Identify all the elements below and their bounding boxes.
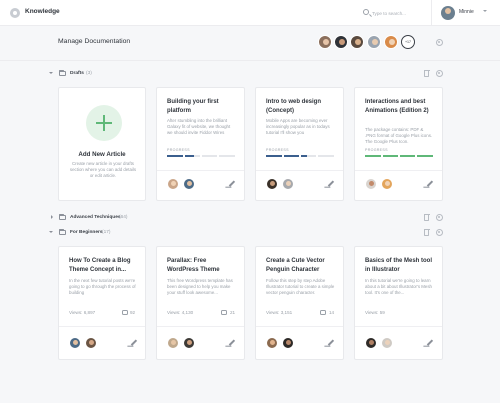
trash-icon[interactable] xyxy=(423,69,430,77)
avatar[interactable] xyxy=(266,337,278,349)
comment-count: 14 xyxy=(329,310,335,315)
avatar[interactable] xyxy=(167,178,179,190)
gear-icon[interactable] xyxy=(436,229,443,236)
views-count: Views: 59 xyxy=(365,310,385,315)
article-card[interactable]: Parallax: Free WordPress Theme This free… xyxy=(156,246,245,360)
search-input[interactable] xyxy=(372,7,432,19)
article-card[interactable]: Create a Cute Vector Penguin Character F… xyxy=(255,246,344,360)
team-avatar[interactable] xyxy=(318,35,332,49)
edit-icon[interactable] xyxy=(228,180,235,187)
comment-icon[interactable] xyxy=(320,310,326,315)
folder-icon xyxy=(59,213,66,220)
article-card[interactable]: How To Create a Blog Theme Concept in...… xyxy=(58,246,146,360)
comment-count: 21 xyxy=(230,310,236,315)
card-title[interactable]: Create a Cute Vector Penguin Character xyxy=(266,257,338,274)
article-card[interactable]: Building your first platform After stumb… xyxy=(156,87,245,201)
avatar[interactable] xyxy=(365,337,377,349)
progress-label: PROGRESS xyxy=(365,148,388,152)
avatar[interactable] xyxy=(381,337,393,349)
avatar[interactable] xyxy=(282,337,294,349)
app-title: Knowledge xyxy=(25,8,60,15)
section-name[interactable]: For Beginners xyxy=(70,230,103,235)
avatar[interactable] xyxy=(85,337,97,349)
article-card[interactable]: Basics of the Mesh tool in Illustrator I… xyxy=(354,246,443,360)
progress-bar xyxy=(167,155,235,157)
team-avatar[interactable] xyxy=(350,35,364,49)
avatar[interactable] xyxy=(183,337,195,349)
divider xyxy=(0,60,500,61)
section-count: (3) xyxy=(86,71,92,76)
page-title: Manage Documentation xyxy=(58,38,131,45)
folder-icon xyxy=(59,228,66,235)
comment-count: 92 xyxy=(130,310,136,315)
chevron-down-icon[interactable] xyxy=(49,231,53,233)
user-name[interactable]: Minnie xyxy=(459,9,474,15)
trash-icon[interactable] xyxy=(423,228,430,236)
add-article-title[interactable]: Add New Article xyxy=(59,151,145,158)
article-card[interactable]: Intro to web design (Concept) Mobile App… xyxy=(255,87,344,201)
card-title[interactable]: Parallax: Free WordPress Theme xyxy=(167,257,239,274)
gear-icon[interactable] xyxy=(436,39,443,46)
progress-fill xyxy=(167,155,195,157)
views-count: Views: 3,151 xyxy=(266,310,293,315)
avatar[interactable] xyxy=(266,178,278,190)
search-icon[interactable] xyxy=(363,9,369,15)
comment-icon[interactable] xyxy=(221,310,227,315)
views-count: Views: 6,897 xyxy=(69,310,96,315)
add-article-card[interactable]: Add New Article Create new article in yo… xyxy=(58,87,146,201)
user-avatar[interactable] xyxy=(441,6,455,20)
card-description: Follow this step by step Adobe Illustrat… xyxy=(266,278,335,295)
gear-icon[interactable] xyxy=(436,214,443,221)
avatar[interactable] xyxy=(365,178,377,190)
team-avatar[interactable] xyxy=(384,35,398,49)
trash-icon[interactable] xyxy=(423,213,430,221)
team-more-badge[interactable]: +17 xyxy=(401,35,415,49)
edit-icon[interactable] xyxy=(327,339,334,346)
divider xyxy=(431,0,432,26)
card-title[interactable]: How To Create a Blog Theme Concept in... xyxy=(69,257,141,274)
progress-label: PROGRESS xyxy=(266,148,289,152)
avatar[interactable] xyxy=(282,178,294,190)
section-name[interactable]: Drafts xyxy=(70,71,84,76)
progress-bar xyxy=(266,155,334,157)
team-avatar[interactable] xyxy=(334,35,348,49)
chevron-right-icon[interactable] xyxy=(51,215,53,219)
edit-icon[interactable] xyxy=(130,339,137,346)
card-title[interactable]: Basics of the Mesh tool in Illustrator xyxy=(365,257,437,274)
top-bar: Knowledge Minnie xyxy=(0,0,500,26)
article-card[interactable]: Interactions and best Animations (Editio… xyxy=(354,87,443,201)
folder-icon xyxy=(59,69,66,76)
card-title[interactable]: Interactions and best Animations (Editio… xyxy=(365,98,437,115)
card-description: This free Wordpress template has been de… xyxy=(167,278,233,295)
section-name[interactable]: Advanced Techniques xyxy=(70,215,121,220)
views-count: Views: 4,130 xyxy=(167,310,194,315)
card-title[interactable]: Intro to web design (Concept) xyxy=(266,98,338,115)
plus-icon[interactable] xyxy=(94,113,114,133)
edit-icon[interactable] xyxy=(228,339,235,346)
chevron-down-icon[interactable] xyxy=(49,72,53,74)
card-description: The package contains: PDF & .PNG format … xyxy=(365,127,433,144)
comment-icon[interactable] xyxy=(122,310,128,315)
section-count: (64) xyxy=(119,215,128,220)
avatar[interactable] xyxy=(381,178,393,190)
avatar[interactable] xyxy=(167,337,179,349)
team-avatar[interactable] xyxy=(367,35,381,49)
avatar[interactable] xyxy=(183,178,195,190)
progress-label: PROGRESS xyxy=(167,148,190,152)
edit-icon[interactable] xyxy=(426,339,433,346)
avatar[interactable] xyxy=(69,337,81,349)
card-title[interactable]: Building your first platform xyxy=(167,98,239,115)
gear-icon[interactable] xyxy=(436,70,443,77)
edit-icon[interactable] xyxy=(426,180,433,187)
card-description: In the next few tutorial posts we're goi… xyxy=(69,278,136,295)
logo-icon[interactable] xyxy=(10,8,20,18)
add-article-description: Create new article in your drafts sectio… xyxy=(69,161,137,178)
chevron-down-icon[interactable] xyxy=(483,10,487,12)
section-count: (17) xyxy=(102,230,111,235)
card-description: After stumbling into the brilliant Galax… xyxy=(167,118,231,135)
progress-bar xyxy=(365,155,433,157)
edit-icon[interactable] xyxy=(327,180,334,187)
card-description: In this tutorial we're going to learn ab… xyxy=(365,278,432,295)
card-description: Mobile Apps are becoming ever increasing… xyxy=(266,118,330,135)
